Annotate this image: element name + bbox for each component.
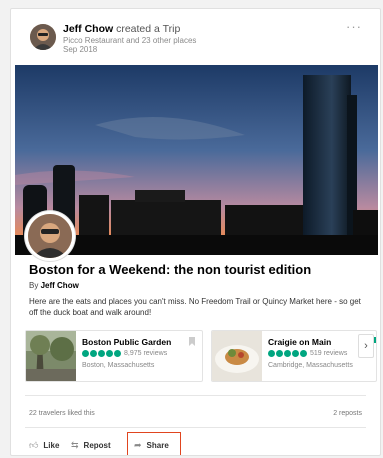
post-meta: Picco Restaurant and 23 other places Sep… bbox=[63, 36, 196, 54]
review-count[interactable]: 519 reviews bbox=[310, 350, 347, 357]
share-highlight-box bbox=[127, 432, 181, 455]
trip-author: By Jeff Chow bbox=[29, 281, 79, 290]
rating-bubble-icon bbox=[300, 350, 307, 357]
action-text: created a Trip bbox=[116, 23, 181, 35]
rating-bubble-icon bbox=[98, 350, 105, 357]
places-text: Picco Restaurant and 23 other places bbox=[63, 36, 197, 45]
like-label: Like bbox=[43, 441, 60, 450]
rating-bubbles bbox=[82, 350, 121, 357]
place-thumbnail bbox=[26, 331, 76, 381]
place-location: Boston, Massachusetts bbox=[82, 362, 155, 369]
bookmark-icon[interactable] bbox=[189, 337, 195, 346]
rating-bubble-icon bbox=[82, 350, 89, 357]
rating-bubbles bbox=[268, 350, 307, 357]
rating-bubble-icon bbox=[292, 350, 299, 357]
like-button[interactable]: 👍︎ Like bbox=[29, 440, 59, 451]
trip-description: Here are the eats and places you can't m… bbox=[29, 297, 361, 317]
user-name-link[interactable]: Jeff Chow bbox=[63, 23, 113, 35]
more-options-icon[interactable]: ··· bbox=[346, 19, 362, 34]
trip-card: Jeff Chow created a Trip Picco Restauran… bbox=[10, 8, 381, 456]
place-rating: 519 reviews bbox=[268, 350, 347, 357]
place-rating: 8,975 reviews bbox=[82, 350, 167, 357]
place-thumbnail bbox=[212, 331, 262, 381]
author-link[interactable]: Jeff Chow bbox=[41, 281, 79, 290]
user-avatar[interactable] bbox=[30, 24, 56, 50]
divider bbox=[25, 395, 366, 396]
review-count[interactable]: 8,975 reviews bbox=[124, 350, 167, 357]
place-name[interactable]: Boston Public Garden bbox=[82, 337, 171, 347]
post-date: Sep 2018 bbox=[63, 45, 98, 54]
repost-icon: ⇆ bbox=[71, 440, 79, 450]
rating-bubble-icon bbox=[106, 350, 113, 357]
rating-bubble-icon bbox=[114, 350, 121, 357]
repost-button[interactable]: ⇆ Repost bbox=[71, 440, 111, 451]
post-header: Jeff Chow created a Trip Picco Restauran… bbox=[11, 9, 380, 67]
rating-bubble-icon bbox=[284, 350, 291, 357]
divider bbox=[25, 427, 366, 428]
rating-bubble-icon bbox=[276, 350, 283, 357]
by-prefix: By bbox=[29, 281, 39, 290]
reposts-count[interactable]: 2 reposts bbox=[333, 410, 362, 417]
place-card[interactable]: Craigie on Main 519 reviews Cambridge, M… bbox=[211, 330, 377, 382]
trip-title[interactable]: Boston for a Weekend: the non tourist ed… bbox=[29, 262, 311, 277]
thumbs-up-icon: 👍︎ bbox=[29, 440, 39, 450]
place-name[interactable]: Craigie on Main bbox=[268, 337, 331, 347]
author-avatar[interactable] bbox=[25, 211, 75, 261]
place-location: Cambridge, Massachusetts bbox=[268, 362, 353, 369]
next-places-button[interactable]: › bbox=[358, 334, 374, 358]
repost-label: Repost bbox=[83, 441, 111, 450]
likes-count[interactable]: 22 travelers liked this bbox=[29, 410, 95, 417]
rating-bubble-icon bbox=[268, 350, 275, 357]
place-card[interactable]: Boston Public Garden 8,975 reviews Bosto… bbox=[25, 330, 203, 382]
rating-bubble-icon bbox=[90, 350, 97, 357]
post-headline: Jeff Chow created a Trip bbox=[63, 23, 180, 35]
